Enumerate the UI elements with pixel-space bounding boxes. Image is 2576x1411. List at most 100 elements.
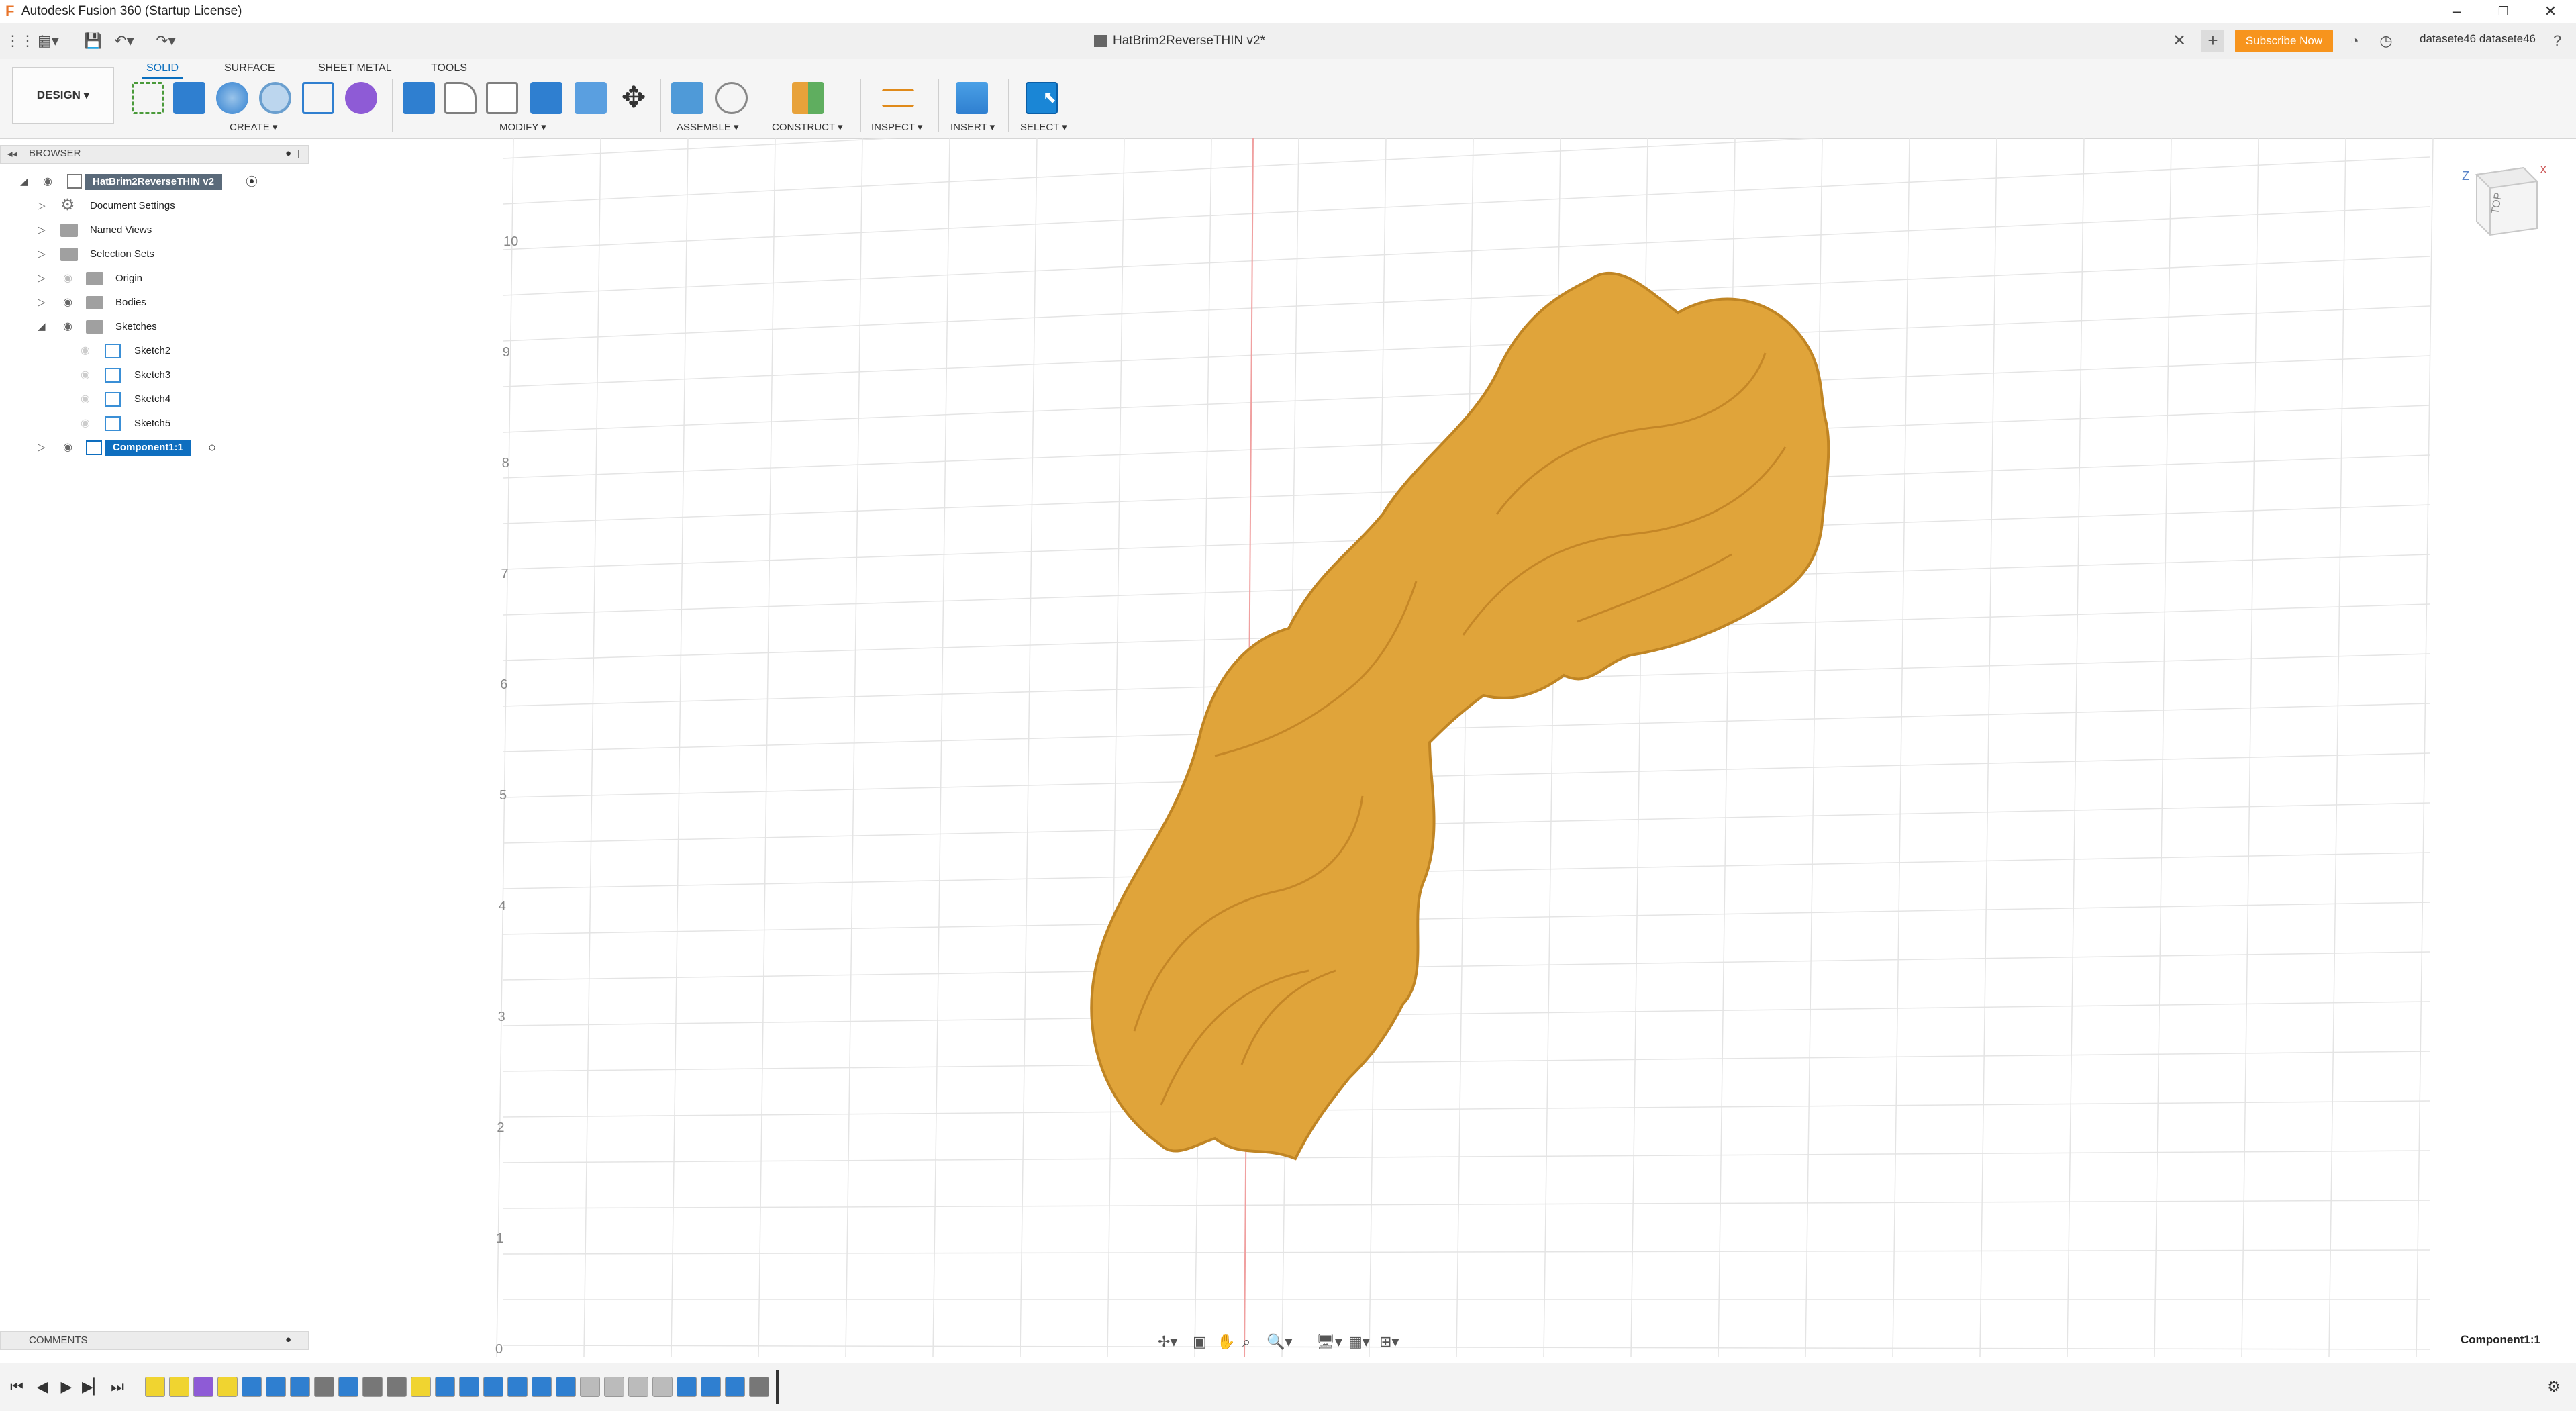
activate-radio-icon[interactable]: ⦿ <box>246 171 258 193</box>
hidden-eye-icon[interactable]: ◉ <box>60 273 75 285</box>
pan-icon[interactable]: ✋ <box>1217 1333 1235 1351</box>
timeline-feature-icon[interactable] <box>725 1377 745 1397</box>
document-tab[interactable]: HatBrim2ReverseTHIN v2* <box>1094 30 1265 52</box>
timeline-feature-icon[interactable] <box>532 1377 552 1397</box>
assemble-menu[interactable]: ASSEMBLE ▾ <box>677 121 739 133</box>
select-menu[interactable]: SELECT ▾ <box>1020 121 1067 133</box>
joint-icon[interactable] <box>715 82 748 114</box>
job-status-icon[interactable]: ◔ <box>2344 32 2365 50</box>
close-tab-icon[interactable]: ✕ <box>2173 31 2186 51</box>
collapse-triangle-icon[interactable]: ◢ <box>20 176 31 188</box>
timeline-feature-icon[interactable] <box>435 1377 455 1397</box>
insert-menu[interactable]: INSERT ▾ <box>950 121 995 133</box>
timeline-feature-icon[interactable] <box>556 1377 576 1397</box>
timeline-feature-icon[interactable] <box>169 1377 189 1397</box>
fit-icon[interactable]: 🔍▾ <box>1267 1333 1292 1351</box>
new-tab-button[interactable]: + <box>2201 30 2224 52</box>
timeline-feature-icon[interactable] <box>411 1377 431 1397</box>
visibility-eye-icon[interactable]: ◉ <box>60 442 75 454</box>
user-account[interactable]: datasete46 datasete46 <box>2420 32 2536 46</box>
visibility-eye-icon[interactable]: ◉ <box>40 176 55 188</box>
timeline-feature-icon[interactable] <box>652 1377 673 1397</box>
expand-triangle-icon[interactable]: ▷ <box>38 200 48 212</box>
move-copy-icon[interactable]: ✥ <box>617 82 650 114</box>
go-to-end-icon[interactable]: ⏭ <box>107 1378 128 1396</box>
tab-solid[interactable]: SOLID <box>142 60 183 79</box>
timeline-feature-icon[interactable] <box>290 1377 310 1397</box>
subscribe-button[interactable]: Subscribe Now <box>2235 30 2333 52</box>
hidden-eye-icon[interactable]: ◉ <box>78 369 93 381</box>
browser-resize-icon[interactable]: | <box>297 148 300 158</box>
extrude-icon[interactable] <box>173 82 205 114</box>
sweep-icon[interactable] <box>259 82 291 114</box>
combine-icon[interactable] <box>530 82 562 114</box>
expand-triangle-icon[interactable]: ▷ <box>38 224 48 236</box>
timeline-marker[interactable] <box>776 1370 779 1404</box>
app-grid-icon[interactable]: ⋮⋮⋮ <box>5 32 50 50</box>
canvas-viewport[interactable]: 109876543210 <box>490 138 2436 1357</box>
new-component-icon[interactable] <box>671 82 703 114</box>
create-menu[interactable]: CREATE ▾ <box>230 121 277 133</box>
hidden-eye-icon[interactable]: ◉ <box>78 418 93 430</box>
collapse-panel-icon[interactable]: ◂◂ <box>7 148 17 160</box>
expand-triangle-icon[interactable]: ▷ <box>38 297 48 309</box>
undo-icon[interactable]: ↶▾ <box>114 32 134 50</box>
split-body-icon[interactable] <box>575 82 607 114</box>
tab-sheet-metal[interactable]: SHEET METAL <box>314 60 396 77</box>
file-menu-icon[interactable]: ▤▾ <box>38 32 59 50</box>
timeline-feature-icon[interactable] <box>338 1377 358 1397</box>
press-pull-icon[interactable] <box>403 82 435 114</box>
expand-triangle-icon[interactable]: ▷ <box>38 442 48 454</box>
timeline-feature-icon[interactable] <box>628 1377 648 1397</box>
tab-tools[interactable]: TOOLS <box>427 60 471 77</box>
tab-surface[interactable]: SURFACE <box>220 60 279 77</box>
timeline-feature-icon[interactable] <box>217 1377 238 1397</box>
go-to-start-icon[interactable]: ⏮ <box>7 1378 27 1396</box>
visibility-eye-icon[interactable]: ◉ <box>60 297 75 309</box>
timeline-settings-icon[interactable]: ⚙ <box>2544 1378 2564 1396</box>
restore-button[interactable]: ❐ <box>2483 1 2524 21</box>
timeline-feature-icon[interactable] <box>314 1377 334 1397</box>
play-icon[interactable]: ▶ <box>56 1378 77 1396</box>
viewports-icon[interactable]: ⊞▾ <box>1379 1333 1399 1351</box>
expand-triangle-icon[interactable]: ▷ <box>38 273 48 285</box>
view-cube[interactable]: TOP Z X <box>2457 161 2550 242</box>
create-sketch-icon[interactable] <box>132 82 164 114</box>
timeline-feature-icon[interactable] <box>507 1377 528 1397</box>
expand-triangle-icon[interactable]: ▷ <box>38 248 48 260</box>
workspace-switcher[interactable]: DESIGN ▾ <box>12 67 114 124</box>
hat-brim-body[interactable] <box>1090 271 1830 1161</box>
timeline-feature-icon[interactable] <box>580 1377 600 1397</box>
grid-snaps-icon[interactable]: ▦▾ <box>1348 1333 1370 1351</box>
timeline-feature-icon[interactable] <box>459 1377 479 1397</box>
timeline-feature-icon[interactable] <box>483 1377 503 1397</box>
fillet-icon[interactable] <box>444 82 477 114</box>
form-icon[interactable] <box>345 82 377 114</box>
timeline-feature-icon[interactable] <box>701 1377 721 1397</box>
construct-menu[interactable]: CONSTRUCT ▾ <box>772 121 843 133</box>
collapse-triangle-icon[interactable]: ◢ <box>38 321 48 333</box>
visibility-eye-icon[interactable]: ◉ <box>60 321 75 333</box>
select-icon[interactable]: ⬉ <box>1026 82 1058 114</box>
notifications-icon[interactable]: ◷ <box>2376 32 2396 50</box>
insert-image-icon[interactable] <box>956 82 988 114</box>
revolve-icon[interactable] <box>216 82 248 114</box>
modify-menu[interactable]: MODIFY ▾ <box>499 121 546 133</box>
comments-pin-icon[interactable]: ● <box>285 1334 291 1345</box>
timeline-feature-icon[interactable] <box>387 1377 407 1397</box>
comments-panel[interactable]: COMMENTS ● <box>0 1331 309 1350</box>
timeline-feature-icon[interactable] <box>749 1377 769 1397</box>
display-settings-icon[interactable]: 🖥▾ <box>1316 1333 1342 1351</box>
orbit-icon[interactable]: ✢▾ <box>1158 1333 1177 1351</box>
timeline-feature-icon[interactable] <box>362 1377 383 1397</box>
close-window-button[interactable]: ✕ <box>2530 1 2571 21</box>
timeline-feature-icon[interactable] <box>604 1377 624 1397</box>
timeline-feature-icon[interactable] <box>145 1377 165 1397</box>
timeline-feature-icon[interactable] <box>193 1377 213 1397</box>
chamfer-icon[interactable] <box>486 82 518 114</box>
timeline-feature-icon[interactable] <box>266 1377 286 1397</box>
timeline-feature-icon[interactable] <box>242 1377 262 1397</box>
hidden-eye-icon[interactable]: ◉ <box>78 393 93 405</box>
help-icon[interactable]: ? <box>2547 32 2567 50</box>
look-at-icon[interactable]: ▣ <box>1193 1333 1207 1351</box>
